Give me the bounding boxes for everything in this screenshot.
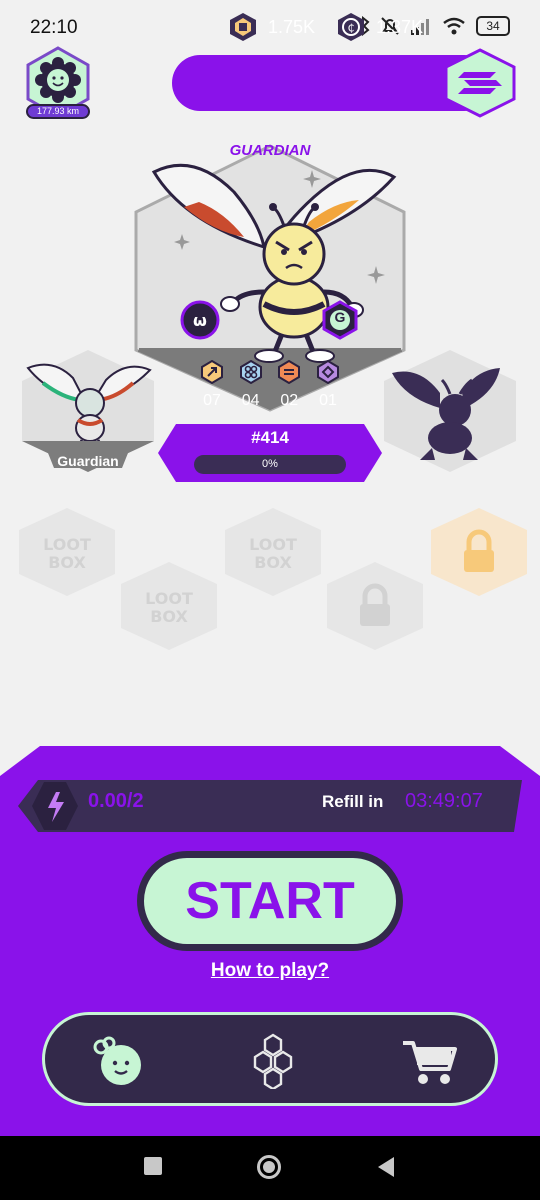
system-nav-bar xyxy=(0,1136,540,1200)
recents-button[interactable] xyxy=(143,1156,163,1176)
prev-character-label: Guardian xyxy=(57,453,119,469)
stat-value: 02 xyxy=(280,392,299,409)
next-character-card[interactable] xyxy=(380,348,520,474)
home-button[interactable] xyxy=(256,1154,282,1180)
currency-coin[interactable]: ₵ 1.37K xyxy=(336,12,423,42)
stat-arrow: 07 xyxy=(196,359,228,410)
bomb-character-icon xyxy=(93,1036,141,1085)
distance-badge: 177.93 km xyxy=(26,104,90,119)
hero-id: #414 xyxy=(251,428,289,447)
status-time: 22:10 xyxy=(30,17,78,38)
stat-value: 04 xyxy=(241,392,260,409)
battery-indicator: 34 xyxy=(476,16,510,36)
token-balance: 1.75K xyxy=(268,16,316,37)
gem-hex-icon xyxy=(230,13,256,41)
gem-stat-icon xyxy=(316,359,339,385)
clover-stat-icon xyxy=(239,359,262,385)
hex-grid-icon xyxy=(253,1033,293,1089)
svg-text:₵: ₵ xyxy=(348,22,355,35)
lootbox-icon: LOOT xyxy=(249,535,297,554)
arrow-stat-icon xyxy=(201,359,223,385)
svg-text:BOX: BOX xyxy=(150,607,188,626)
stat-clover: 04 xyxy=(235,359,267,410)
grade-letter: G xyxy=(334,309,346,325)
bottom-nav xyxy=(42,1012,498,1106)
lootbox-slot-2[interactable]: LOOT BOX xyxy=(118,560,220,652)
lootbox-slot-1[interactable]: LOOT BOX xyxy=(16,506,118,598)
stat-gem: 01 xyxy=(312,359,344,410)
lootbox-icon: LOOT xyxy=(145,589,193,608)
lootbox-slot-3[interactable]: LOOT BOX xyxy=(222,506,324,598)
hero-stats: 07 04 02 01 xyxy=(196,359,344,410)
nav-character[interactable] xyxy=(87,1033,147,1089)
start-button[interactable]: START xyxy=(137,851,403,951)
energy-value: 0.00/2 xyxy=(88,790,144,812)
coin-balance: 1.37K xyxy=(376,16,424,37)
hero-class-label: GUARDIAN xyxy=(229,142,311,159)
flower-icon xyxy=(35,57,81,103)
hero-progress: 0% xyxy=(194,455,346,474)
cart-icon xyxy=(403,1041,457,1084)
level-badge-icon: ω xyxy=(180,300,220,340)
wifi-icon xyxy=(443,17,465,35)
stat-value: 07 xyxy=(203,392,221,409)
svg-text:ω: ω xyxy=(193,311,207,330)
how-to-play-link[interactable]: How to play? xyxy=(170,960,370,982)
svg-text:BOX: BOX xyxy=(48,553,86,572)
refill-timer: 03:49:07 xyxy=(405,790,483,812)
locked-slot xyxy=(327,562,423,650)
refill-label: Refill in xyxy=(322,792,384,811)
stat-value: 01 xyxy=(319,392,337,409)
nav-shop[interactable] xyxy=(399,1033,459,1089)
currency-token[interactable]: 1.75K xyxy=(228,12,315,42)
locked-gold-slot xyxy=(431,508,527,596)
nav-collection[interactable] xyxy=(243,1033,303,1089)
back-button[interactable] xyxy=(376,1156,396,1178)
coin-hex-icon: ₵ xyxy=(338,13,364,41)
svg-text:BOX: BOX xyxy=(254,553,292,572)
stat-equal: 02 xyxy=(273,359,305,410)
wallet-button[interactable] xyxy=(442,48,518,118)
lootbox-icon: LOOT xyxy=(43,535,91,554)
equal-stat-icon xyxy=(278,359,301,385)
